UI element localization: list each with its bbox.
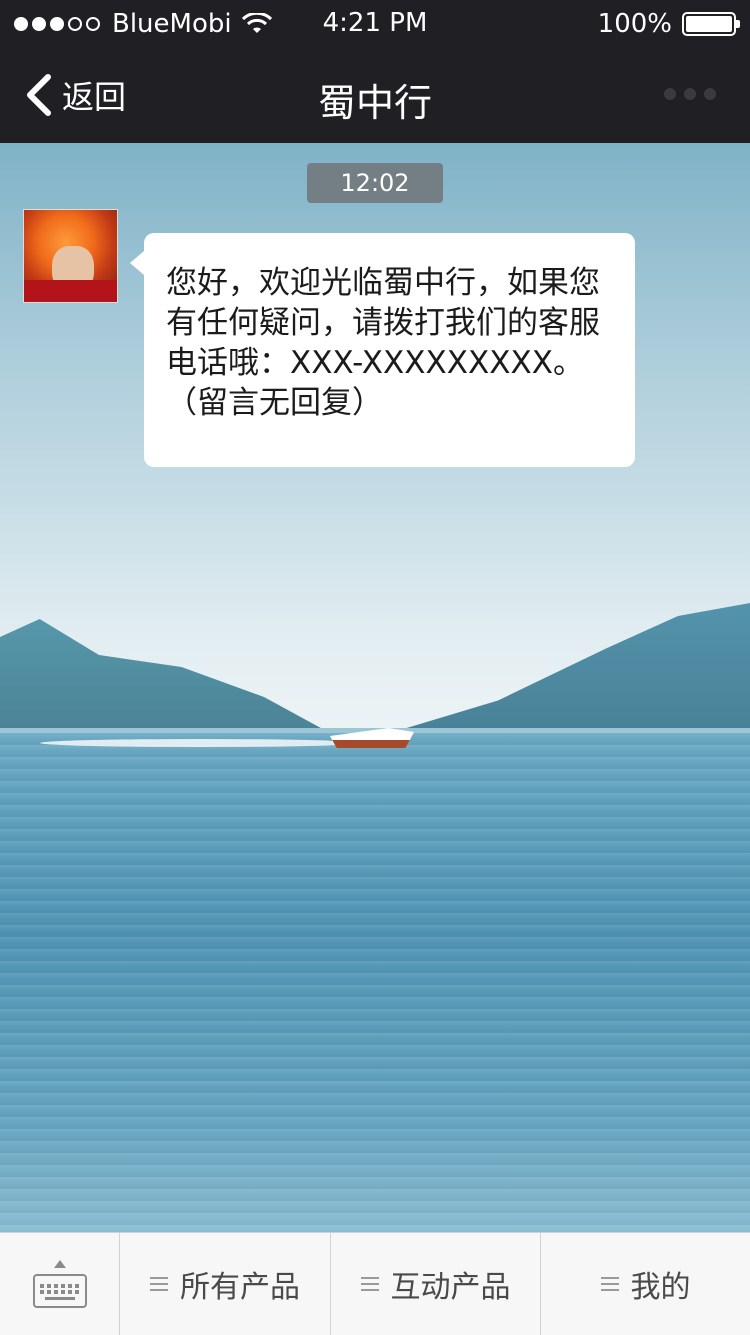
message-bubble[interactable]: 您好，欢迎光临蜀中行，如果您有任何疑问，请拨打我们的客服电话哦：XXX-XXXX… xyxy=(130,233,635,467)
background-mountain xyxy=(390,603,750,733)
more-dots-icon[interactable] xyxy=(656,88,716,100)
menu-all-products[interactable]: 所有产品 xyxy=(120,1233,331,1335)
background-water xyxy=(0,733,750,1232)
chat-area[interactable]: 12:02 您好，欢迎光临蜀中行，如果您有任何疑问，请拨打我们的客服电话哦：XX… xyxy=(0,143,750,1232)
menu-label: 所有产品 xyxy=(180,1270,300,1305)
background-mountain xyxy=(0,619,330,733)
menu-label: 互动产品 xyxy=(390,1270,511,1305)
chat-timestamp: 12:02 xyxy=(307,163,443,203)
status-bar: BlueMobi 4:21 PM 100% xyxy=(0,0,750,48)
menu-list-icon xyxy=(600,1277,619,1291)
menu-list-icon xyxy=(150,1277,168,1291)
avatar[interactable] xyxy=(23,209,118,303)
message-text: 您好，欢迎光临蜀中行，如果您有任何疑问，请拨打我们的客服电话哦：XXX-XXXX… xyxy=(166,265,600,421)
battery-icon xyxy=(682,12,740,36)
menu-interactive-products[interactable]: 互动产品 xyxy=(331,1233,541,1335)
menu-label: 我的 xyxy=(630,1270,691,1305)
page-title: 蜀中行 xyxy=(317,81,432,125)
bottom-menu-bar: 所有产品 互动产品 我的 xyxy=(0,1232,750,1335)
background-boat-wake xyxy=(40,739,360,747)
menu-list-icon xyxy=(360,1277,379,1291)
menu-mine[interactable]: 我的 xyxy=(541,1233,750,1335)
navigation-bar: 返回 蜀中行 xyxy=(0,48,750,143)
keyboard-icon xyxy=(32,1274,87,1308)
keyboard-toggle-button[interactable] xyxy=(0,1233,120,1335)
battery-percent: 100% xyxy=(597,9,672,39)
caret-up-icon xyxy=(53,1260,66,1268)
battery-status: 100% xyxy=(597,9,740,39)
